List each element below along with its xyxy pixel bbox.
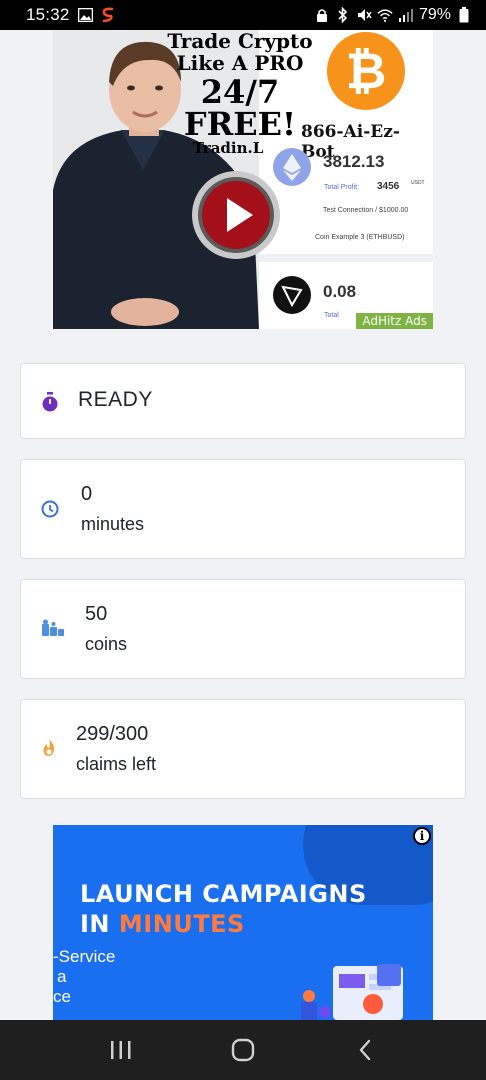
bitcoin-icon: ₿ (327, 32, 405, 110)
ad-value-eth: 3812.13 (323, 152, 385, 171)
battery-percent: 79% (418, 6, 451, 23)
ad-test-connection: Test Connection / $1000.00 (323, 207, 409, 214)
signal-icon (398, 7, 414, 23)
clock-icon (40, 499, 60, 519)
ad-total-profit-value: 3456 (377, 181, 400, 192)
mute-icon (356, 7, 372, 23)
claims-label: claims left (76, 754, 157, 774)
lock-icon (314, 7, 330, 23)
coins-icon (40, 618, 66, 638)
battery-icon (456, 7, 472, 23)
ad-total-profit-label: Total Profit: (324, 184, 360, 191)
ad-info-icon[interactable]: i (413, 827, 431, 845)
timer-card: 0 minutes (20, 459, 466, 559)
ad-headline: Trade Crypto Like A PRO 24/7 FREE! Tradi… (167, 30, 313, 157)
flame-icon (41, 738, 57, 758)
home-icon (231, 1038, 255, 1062)
navigation-bar (0, 1020, 486, 1080)
status-bar: 15:32 79% (0, 0, 486, 30)
wifi-icon (377, 7, 393, 23)
gallery-icon (78, 7, 94, 23)
recent-apps-button[interactable] (91, 1025, 151, 1075)
claims-value: 299/300 (76, 723, 149, 745)
status-value: READY (78, 388, 153, 411)
play-button-icon[interactable] (191, 170, 281, 260)
back-button[interactable] (335, 1025, 395, 1075)
back-icon (359, 1039, 371, 1061)
coins-value: 50 (85, 603, 108, 625)
stopwatch-icon (40, 391, 60, 413)
ad-value-tron: 0.08 (323, 282, 357, 301)
ad-coin-example: Coin Example 3 (ETHBUSD) (315, 234, 405, 241)
claims-card: 299/300 claims left (20, 699, 466, 799)
coins-card: 50 coins (20, 579, 466, 679)
status-time: 15:32 (26, 5, 70, 24)
ad-currency: USDT (411, 180, 425, 186)
bluetooth-icon (335, 7, 351, 23)
home-button[interactable] (213, 1025, 273, 1075)
ad-banner-bottom[interactable]: LAUNCH CAMPAIGNS IN MINUTES -Service a c… (53, 825, 433, 1020)
ad-total-label: Total (324, 312, 339, 319)
timer-label: minutes (81, 514, 145, 534)
app-s-icon (100, 7, 116, 23)
coins-label: coins (85, 634, 128, 654)
ad-illustration (273, 960, 433, 1020)
recent-apps-icon (111, 1041, 131, 1059)
ad-bottom-subtitle: -Service a ce (53, 947, 116, 1006)
ad-bottom-title: LAUNCH CAMPAIGNS IN MINUTES (80, 880, 367, 938)
timer-value: 0 (81, 483, 93, 505)
ad-badge[interactable]: AdHitz Ads (356, 313, 433, 329)
ad-banner-top[interactable]: Trade Crypto Like A PRO 24/7 FREE! Tradi… (53, 30, 433, 329)
status-card: READY (20, 363, 466, 439)
tron-icon (273, 276, 311, 314)
